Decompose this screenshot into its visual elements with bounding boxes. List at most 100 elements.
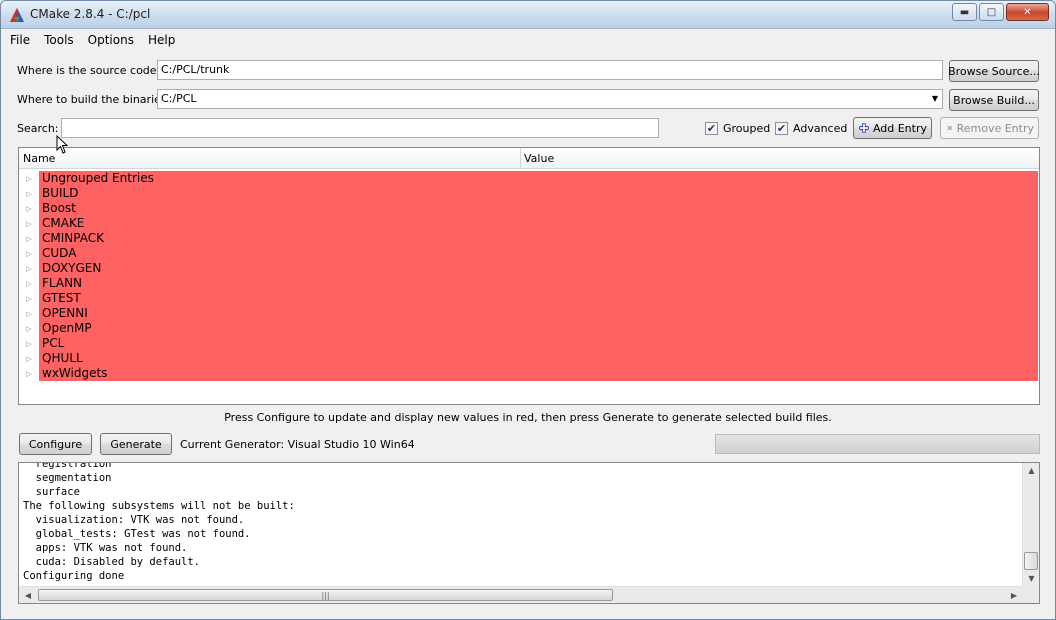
source-label: Where is the source code: — [17, 64, 161, 77]
column-header-name[interactable]: Name — [23, 152, 55, 165]
output-lines: registration segmentation surface The fol… — [23, 462, 1013, 583]
close-icon: ✕ — [1023, 6, 1032, 18]
browse-build-button[interactable]: Browse Build... — [949, 89, 1039, 111]
tree-header: Name Value — [19, 148, 1039, 169]
tree-row[interactable]: ▷ Ungrouped Entries — [19, 171, 1039, 186]
tree-row-label: Ungrouped Entries — [39, 171, 1038, 186]
status-bar — [1, 605, 1055, 619]
maximize-button[interactable]: □ — [979, 3, 1004, 21]
tree-row[interactable]: ▷ Boost — [19, 201, 1039, 216]
triangle-right-icon[interactable]: ▷ — [19, 366, 39, 381]
tree-row[interactable]: ▷ DOXYGEN — [19, 261, 1039, 276]
tree-row-label: CUDA — [39, 246, 1038, 261]
scroll-right-icon[interactable]: ▶ — [1007, 588, 1021, 603]
column-header-value[interactable]: Value — [524, 152, 554, 165]
output-line: cuda: Disabled by default. — [23, 556, 201, 568]
grouped-checkbox[interactable]: ✔ — [705, 122, 718, 135]
title-bar[interactable]: CMake 2.8.4 - C:/pcl ▬ □ ✕ — [1, 1, 1055, 29]
tree-row-label: BUILD — [39, 186, 1038, 201]
menu-options[interactable]: Options — [88, 33, 134, 47]
triangle-right-icon[interactable]: ▷ — [19, 306, 39, 321]
build-path-value: C:/PCL — [161, 92, 197, 105]
configure-hint: Press Configure to update and display ne… — [224, 411, 832, 424]
cache-tree[interactable]: Name Value ▷ Ungrouped Entries ▷ BUILD ▷ Boos… — [18, 147, 1040, 405]
triangle-right-icon[interactable]: ▷ — [19, 336, 39, 351]
triangle-right-icon[interactable]: ▷ — [19, 321, 39, 336]
triangle-right-icon[interactable]: ▷ — [19, 351, 39, 366]
generate-button[interactable]: Generate — [100, 433, 172, 455]
window-title: CMake 2.8.4 - C:/pcl — [30, 7, 151, 21]
tree-row[interactable]: ▷ FLANN — [19, 276, 1039, 291]
triangle-right-icon[interactable]: ▷ — [19, 276, 39, 291]
triangle-right-icon[interactable]: ▷ — [19, 246, 39, 261]
tree-row-label: OpenMP — [39, 321, 1038, 336]
output-line: surface — [23, 486, 80, 498]
advanced-checkbox-group[interactable]: ✔ Advanced — [775, 122, 847, 135]
scroll-down-icon[interactable]: ▼ — [1023, 571, 1039, 585]
output-line: registration — [23, 462, 112, 470]
horizontal-scroll-thumb[interactable]: ||| — [38, 589, 613, 601]
configure-button[interactable]: Configure — [19, 433, 92, 455]
menu-file[interactable]: File — [10, 33, 30, 47]
source-path-input[interactable]: C:/PCL/trunk — [157, 60, 943, 80]
output-line: apps: VTK was not found. — [23, 542, 188, 554]
triangle-right-icon[interactable]: ▷ — [19, 216, 39, 231]
tree-row[interactable]: ▷ OPENNI — [19, 306, 1039, 321]
minimize-button[interactable]: ▬ — [952, 3, 977, 21]
output-line: Configuring done — [23, 570, 125, 582]
browse-source-button[interactable]: Browse Source... — [948, 60, 1040, 82]
tree-row-label: Boost — [39, 201, 1038, 216]
advanced-checkbox[interactable]: ✔ — [775, 122, 788, 135]
tree-row-label: DOXYGEN — [39, 261, 1038, 276]
output-line: visualization: VTK was not found. — [23, 514, 245, 526]
menu-bar: File Tools Options Help — [1, 29, 1055, 50]
triangle-right-icon[interactable]: ▷ — [19, 186, 39, 201]
search-input[interactable] — [61, 118, 659, 138]
vertical-scroll-thumb[interactable] — [1024, 552, 1038, 570]
triangle-right-icon[interactable]: ▷ — [19, 201, 39, 216]
minimize-icon: ▬ — [959, 6, 970, 18]
add-entry-button[interactable]: Add Entry — [853, 117, 932, 139]
horizontal-scrollbar[interactable]: ◀ ||| ▶ — [19, 586, 1023, 603]
window-controls: ▬ □ ✕ — [950, 3, 1049, 21]
tree-row[interactable]: ▷ OpenMP — [19, 321, 1039, 336]
build-path-combobox[interactable]: C:/PCL ▼ — [157, 89, 943, 109]
output-log[interactable]: registration segmentation surface The fol… — [18, 462, 1040, 604]
output-line: segmentation — [23, 472, 112, 484]
tree-row[interactable]: ▷ BUILD — [19, 186, 1039, 201]
tree-row[interactable]: ▷ CUDA — [19, 246, 1039, 261]
grouped-checkbox-group[interactable]: ✔ Grouped — [705, 122, 770, 135]
triangle-right-icon[interactable]: ▷ — [19, 171, 39, 186]
tree-row[interactable]: ▷ GTEST — [19, 291, 1039, 306]
tree-row[interactable]: ▷ wxWidgets — [19, 366, 1039, 381]
triangle-right-icon[interactable]: ▷ — [19, 291, 39, 306]
triangle-right-icon[interactable]: ▷ — [19, 231, 39, 246]
remove-entry-button[interactable]: Remove Entry — [940, 117, 1039, 139]
scroll-left-icon[interactable]: ◀ — [21, 588, 35, 603]
tree-row[interactable]: ▷ QHULL — [19, 351, 1039, 366]
triangle-right-icon[interactable]: ▷ — [19, 261, 39, 276]
tree-row-label: PCL — [39, 336, 1038, 351]
menu-tools[interactable]: Tools — [44, 33, 74, 47]
chevron-down-icon[interactable]: ▼ — [932, 93, 938, 105]
scroll-up-icon[interactable]: ▲ — [1023, 463, 1039, 477]
tree-row-label: CMAKE — [39, 216, 1038, 231]
close-button[interactable]: ✕ — [1006, 3, 1049, 21]
tree-row-label: CMINPACK — [39, 231, 1038, 246]
tree-row-label: FLANN — [39, 276, 1038, 291]
mouse-cursor-icon — [56, 135, 69, 154]
output-line: The following subsystems will not be bui… — [23, 500, 295, 512]
add-entry-label: Add Entry — [872, 121, 927, 135]
maximize-icon: □ — [986, 6, 997, 18]
tree-row[interactable]: ▷ CMAKE — [19, 216, 1039, 231]
vertical-scrollbar[interactable]: ▲ ▼ — [1022, 463, 1039, 587]
tree-row[interactable]: ▷ PCL — [19, 336, 1039, 351]
tree-body: ▷ Ungrouped Entries ▷ BUILD ▷ Boost ▷ CMAKE ▷ CMI… — [19, 171, 1039, 381]
x-icon — [947, 125, 953, 131]
cmake-triangle-icon — [10, 8, 24, 22]
menu-help[interactable]: Help — [148, 33, 175, 47]
current-generator: Current Generator: Visual Studio 10 Win6… — [180, 438, 415, 451]
tree-row-label: QHULL — [39, 351, 1038, 366]
tree-row[interactable]: ▷ CMINPACK — [19, 231, 1039, 246]
scroll-corner — [1022, 586, 1039, 603]
